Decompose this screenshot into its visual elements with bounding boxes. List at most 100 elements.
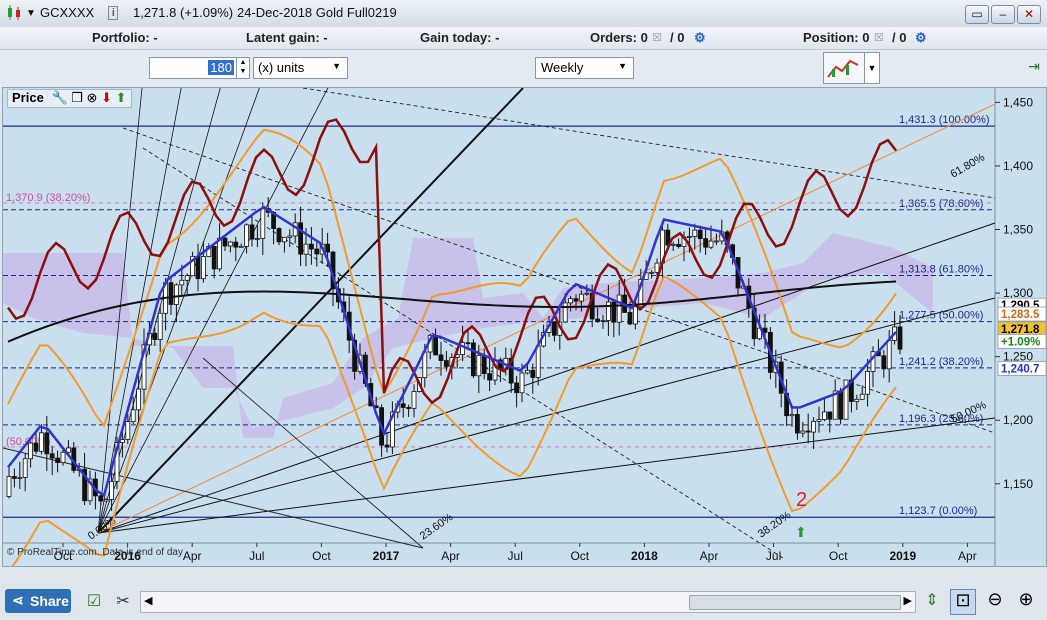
gear-icon[interactable]: ⚙ bbox=[694, 30, 706, 46]
candle-body bbox=[400, 403, 406, 408]
y-tick-label: 1,400 bbox=[1003, 159, 1033, 173]
up-arrow-icon: ⬆ bbox=[795, 524, 807, 540]
candle-body bbox=[816, 419, 822, 422]
timeframe-select[interactable]: Weekly ▼ bbox=[535, 57, 634, 79]
bottom-bar: ⋖ Share ☑ ✂ ◀ ▶ ⇕ ⊡ ⊖ ⊕ bbox=[0, 586, 1047, 620]
candle-body bbox=[595, 318, 600, 322]
units-value[interactable]: 180 bbox=[208, 60, 234, 75]
chevron-down-icon[interactable]: ▼ bbox=[26, 8, 36, 19]
candle-body bbox=[525, 369, 530, 374]
candle-body bbox=[606, 301, 611, 321]
candle-body bbox=[384, 444, 390, 448]
zoom-in-icon[interactable]: ⊕ bbox=[1014, 589, 1038, 613]
candle-body bbox=[28, 442, 34, 460]
candle-body bbox=[130, 409, 136, 423]
minimize-icon[interactable]: – bbox=[991, 5, 1015, 24]
move-down-icon[interactable]: ⬇ bbox=[101, 90, 112, 105]
window-icon[interactable]: ❐ bbox=[71, 90, 83, 105]
candle-body bbox=[562, 302, 568, 323]
fib-level-label: 1,365.5 (78.60%) bbox=[899, 198, 983, 210]
candle-body bbox=[465, 342, 471, 345]
fib-level-label: 1,431.3 (100.00%) bbox=[899, 114, 990, 126]
y-tick-label: 1,350 bbox=[1003, 223, 1033, 237]
candle-body bbox=[822, 411, 827, 420]
horizontal-scrollbar[interactable]: ◀ ▶ bbox=[140, 591, 916, 613]
close-icon[interactable]: ✕ bbox=[1017, 5, 1041, 24]
close-panel-icon[interactable]: ⊗ bbox=[87, 90, 98, 105]
position-gear-icon[interactable]: ⚙ bbox=[915, 30, 927, 46]
chevron-down-icon: ▼ bbox=[332, 61, 341, 71]
chevron-down-icon: ▼ bbox=[618, 61, 627, 71]
close-position-icon[interactable]: ☒ bbox=[874, 31, 884, 44]
info-icon[interactable]: i bbox=[108, 6, 119, 20]
tools-icon[interactable]: ✂ bbox=[112, 591, 134, 613]
latent-gain-label: Latent gain: - bbox=[246, 30, 328, 45]
fib-level-label: 1,313.8 (61.80%) bbox=[899, 264, 983, 276]
checklist-icon[interactable]: ☑ bbox=[83, 591, 105, 613]
orders-count: / 0 bbox=[670, 30, 685, 45]
position-count: / 0 bbox=[892, 30, 907, 45]
candle-body bbox=[670, 243, 676, 246]
candlestick-icon bbox=[5, 4, 23, 25]
symbol-label[interactable]: GCXXXX bbox=[40, 5, 94, 20]
units-stepper[interactable]: ▲ ▼ bbox=[236, 57, 250, 79]
candle-body bbox=[881, 355, 887, 370]
candle-body bbox=[254, 238, 260, 240]
x-tick-label: Jul bbox=[766, 549, 781, 563]
candle-body bbox=[886, 340, 892, 370]
candle-body bbox=[697, 229, 703, 240]
auto-scale-icon[interactable]: ⇕ bbox=[921, 590, 943, 612]
candle-body bbox=[17, 477, 23, 479]
chart-type-button[interactable] bbox=[823, 52, 865, 84]
candle-body bbox=[795, 414, 800, 434]
candle-body bbox=[233, 241, 239, 248]
share-button[interactable]: ⋖ Share bbox=[5, 589, 71, 613]
units-input[interactable]: 180 bbox=[149, 57, 237, 79]
price-chart[interactable]: 1,431.3 (100.00%) 1,365.5 (78.60%) 1,313.8… bbox=[2, 87, 1047, 567]
candle-body bbox=[157, 312, 163, 340]
price-tag-label: +1.09% bbox=[1001, 336, 1040, 348]
candle-body bbox=[481, 354, 487, 374]
chart-canvas[interactable]: 1,431.3 (100.00%) 1,365.5 (78.60%) 1,313.8… bbox=[3, 88, 1046, 566]
timeframe-label: Weekly bbox=[541, 60, 584, 75]
candle-body bbox=[120, 439, 125, 443]
candle-body bbox=[200, 256, 206, 280]
units-select[interactable]: (x) units ▼ bbox=[253, 57, 348, 79]
left-fib-label: 1,370.9 (38.20%) bbox=[6, 192, 90, 204]
candle-body bbox=[676, 243, 681, 247]
scroll-right-icon[interactable]: ▶ bbox=[904, 594, 912, 607]
trend-line bbox=[97, 297, 996, 534]
candle-body bbox=[633, 306, 638, 325]
candle-body bbox=[568, 298, 573, 304]
candle-body bbox=[692, 229, 698, 237]
chart-toolbar: 180 ▲ ▼ (x) units ▼ Weekly ▼ ▼ ⇥ bbox=[0, 50, 1047, 87]
move-up-icon[interactable]: ⬆ bbox=[116, 90, 127, 105]
gann-fan-line bbox=[97, 88, 329, 534]
candle-body bbox=[173, 284, 179, 305]
zoom-out-icon[interactable]: ⊖ bbox=[983, 589, 1007, 613]
fan-label: 61.80% bbox=[949, 151, 987, 180]
scrollbar-thumb[interactable] bbox=[689, 595, 901, 610]
portfolio-label: Portfolio: - bbox=[92, 30, 158, 45]
x-tick-label: Jul bbox=[249, 549, 264, 563]
dashed-fan-line bbox=[122, 127, 996, 434]
restore-icon[interactable]: ▭ bbox=[965, 5, 989, 24]
cancel-orders-icon[interactable]: ☒ bbox=[652, 31, 662, 44]
candle-body bbox=[211, 245, 217, 270]
x-tick-label: Apr bbox=[958, 549, 977, 563]
x-tick-label: Oct bbox=[312, 549, 331, 563]
candle-body bbox=[168, 282, 174, 305]
candle-body bbox=[433, 334, 439, 356]
zoom-box-icon[interactable]: ⊡ bbox=[950, 589, 976, 615]
chart-type-dropdown[interactable]: ▼ bbox=[864, 52, 880, 84]
x-tick-label: Oct bbox=[570, 549, 589, 563]
candle-body bbox=[22, 458, 28, 478]
scroll-end-icon[interactable]: ⇥ bbox=[1025, 58, 1043, 80]
x-tick-label: Apr bbox=[441, 549, 460, 563]
candle-body bbox=[276, 228, 282, 243]
candle-body bbox=[411, 391, 417, 409]
scroll-left-icon[interactable]: ◀ bbox=[144, 594, 152, 607]
candle-body bbox=[39, 432, 44, 452]
wrench-icon[interactable]: 🔧 bbox=[51, 90, 67, 105]
candle-body bbox=[897, 326, 903, 350]
